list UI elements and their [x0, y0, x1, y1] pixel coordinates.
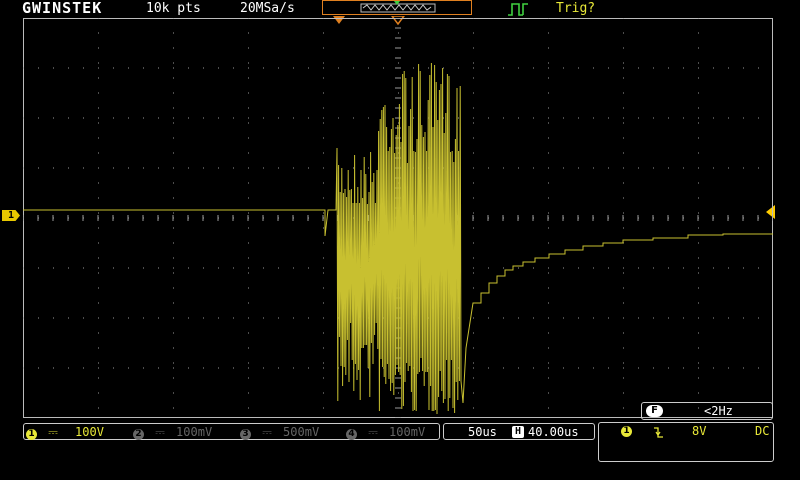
ch2-number: 2: [133, 429, 144, 440]
ch2-info[interactable]: 2 ⎓ 100mV: [133, 425, 212, 440]
ch1-number: 1: [26, 429, 37, 440]
ch1-info[interactable]: 1 ⎓ 100V: [26, 425, 104, 440]
ch4-dc-coupling-icon: ⎓: [368, 425, 378, 439]
waveform-display[interactable]: [23, 18, 773, 418]
trigger-info[interactable]: 1 8V DC: [598, 422, 774, 462]
ch1-dc-coupling-icon: ⎓: [48, 425, 58, 439]
ch1-ground-marker[interactable]: 1: [2, 210, 20, 221]
falling-edge-icon: [654, 427, 663, 438]
trigger-source: 1: [621, 426, 632, 437]
ch2-scale: 100mV: [176, 425, 213, 439]
trigger-status: Trig?: [556, 1, 596, 16]
status-bar: GWINSTEK 10k pts 20MSa/s Trig?: [0, 0, 800, 26]
ch1-scale: 100V: [75, 425, 104, 439]
ch4-info[interactable]: 4 ⎓ 100mV: [346, 425, 425, 440]
horizontal-position-icon: H: [512, 426, 524, 438]
trigger-coupling: DC: [755, 424, 770, 438]
horizontal-position: 40.00us: [528, 425, 579, 439]
record-length: 10k pts: [146, 1, 201, 16]
sample-rate: 20MSa/s: [240, 1, 295, 16]
trigger-level: 8V: [692, 424, 707, 438]
ch1-trace: [23, 62, 773, 415]
ch4-scale: 100mV: [389, 425, 426, 439]
timebase-info[interactable]: 50us H 40.00us: [443, 423, 595, 440]
bottom-info-bar: 1 ⎓ 100V 2 ⎓ 100mV 3 ⎓ 500mV 4 ⎓ 100mV 5…: [0, 402, 800, 480]
brand-logo: GWINSTEK: [22, 0, 103, 17]
ch3-number: 3: [240, 429, 251, 440]
trigger-edge-icon: [508, 3, 528, 16]
frequency-counter[interactable]: F <2Hz: [641, 402, 773, 420]
frequency-value: <2Hz: [704, 404, 733, 418]
timebase-scale: 50us: [468, 425, 497, 439]
memory-overview-bar[interactable]: [322, 0, 472, 15]
frequency-icon: F: [646, 405, 663, 417]
ch3-info[interactable]: 3 ⎓ 500mV: [240, 425, 319, 440]
ch4-number: 4: [346, 429, 357, 440]
ch3-scale: 500mV: [283, 425, 320, 439]
ch2-dc-coupling-icon: ⎓: [155, 425, 165, 439]
overview-waveform-icon: [360, 1, 436, 13]
ch3-dc-coupling-icon: ⎓: [262, 425, 272, 439]
